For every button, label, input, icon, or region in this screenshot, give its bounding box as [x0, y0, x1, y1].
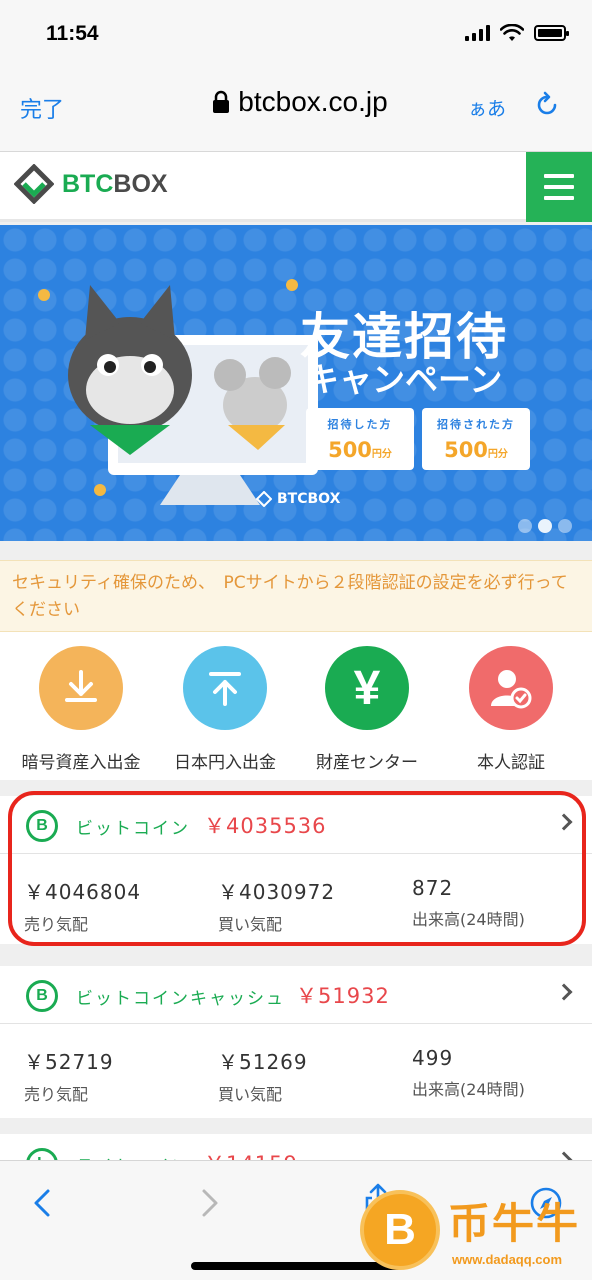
yen-icon: ¥ — [325, 646, 409, 730]
quick-actions: 暗号資産入出金 日本円入出金 ¥ 財産センター 本人認証 — [0, 632, 592, 780]
ticket-invitee: 招待された方 500円分 — [422, 408, 530, 470]
quick-action-asset-center[interactable]: ¥ 財産センター — [292, 646, 442, 773]
security-notice[interactable]: セキュリティ確保のため、 PCサイトから２段階認証の設定を必ず行ってください — [0, 560, 592, 632]
coin-card-header: B ビットコインキャッシュ ￥51932 — [0, 966, 592, 1024]
quick-action-jpy-deposit[interactable]: 日本円入出金 — [150, 646, 300, 773]
bid-stat: ￥4030972 買い気配 — [218, 880, 336, 934]
banner-logo: BTCBOX — [256, 491, 340, 507]
volume-stat: 872 出来高(24時間) — [412, 876, 525, 929]
chevron-right-icon — [555, 983, 573, 1001]
status-time: 11:54 — [46, 22, 99, 45]
banner-illustration — [38, 279, 318, 505]
bitcoin-cash-icon: B — [26, 980, 58, 1012]
coin-price: ￥51932 — [296, 984, 390, 1008]
coin-name: ビットコインキャッシュ — [76, 989, 285, 1009]
ticket-inviter: 招待した方 500円分 — [306, 408, 414, 470]
btcbox-logo[interactable]: BTCBOX — [14, 164, 168, 204]
bid-stat: ￥51269 買い気配 — [218, 1050, 308, 1104]
chevron-right-icon — [202, 1189, 218, 1217]
logo-mark-icon — [256, 491, 272, 507]
chevron-right-icon — [555, 813, 573, 831]
browser-bar: 完了 btcbox.co.jp ぁあ — [0, 66, 592, 152]
reload-icon[interactable] — [532, 90, 562, 120]
watermark-url: www.dadaqq.com — [452, 1252, 563, 1267]
quick-action-crypto-deposit[interactable]: 暗号資産入出金 — [6, 646, 156, 773]
status-bar: 11:54 — [0, 0, 592, 66]
ask-stat: ￥52719 売り気配 — [24, 1050, 114, 1104]
banner-subtitle: キャンペーン — [306, 360, 503, 399]
carousel-dot-2[interactable] — [538, 519, 552, 533]
quick-action-identity-verification[interactable]: 本人認証 — [436, 646, 586, 773]
lock-icon — [213, 90, 230, 113]
text-size-button[interactable]: ぁあ — [468, 94, 506, 121]
url-text: btcbox.co.jp — [238, 86, 388, 117]
chevron-left-icon — [34, 1189, 50, 1217]
coin-card-bitcoin[interactable]: B ビットコイン ￥4035536 ￥4046804 売り気配 ￥4030972 買… — [0, 796, 592, 944]
watermark-title: 币牛牛 — [448, 1199, 581, 1248]
coin-card-header: B ビットコイン ￥4035536 — [0, 796, 592, 854]
logo-text: BTCBOX — [62, 169, 168, 198]
signal-icon — [465, 25, 490, 41]
back-button[interactable] — [22, 1183, 62, 1223]
watermark: B 币牛牛 www.dadaqq.com — [356, 1182, 592, 1280]
carousel-dots[interactable] — [518, 519, 572, 533]
bitcoin-icon: B — [26, 810, 58, 842]
coin-name: ビットコイン — [76, 819, 190, 839]
logo-mark-icon — [14, 164, 54, 204]
volume-stat: 499 出来高(24時間) — [412, 1046, 525, 1099]
battery-icon — [534, 25, 569, 41]
ask-stat: ￥4046804 売り気配 — [24, 880, 142, 934]
carousel-dot-3[interactable] — [558, 519, 572, 533]
coin-price: ￥4035536 — [204, 814, 327, 838]
user-check-icon — [469, 646, 553, 730]
promo-banner[interactable]: 友達招待 キャンペーン 招待した方 500円分 招待された方 500円分 BTC… — [0, 225, 592, 541]
done-button[interactable]: 完了 — [20, 92, 64, 124]
watermark-coin-icon: B — [360, 1190, 440, 1270]
coin-card-bitcoin-cash[interactable]: B ビットコインキャッシュ ￥51932 ￥52719 売り気配 ￥51269 買い… — [0, 966, 592, 1118]
status-icons — [465, 24, 569, 42]
forward-button[interactable] — [190, 1183, 230, 1223]
hamburger-menu-button[interactable] — [526, 152, 592, 222]
wifi-icon — [500, 24, 524, 41]
url-bar[interactable]: btcbox.co.jp — [150, 86, 450, 118]
site-header: BTCBOX — [0, 152, 592, 222]
carousel-dot-1[interactable] — [518, 519, 532, 533]
upload-icon — [183, 646, 267, 730]
download-icon — [39, 646, 123, 730]
